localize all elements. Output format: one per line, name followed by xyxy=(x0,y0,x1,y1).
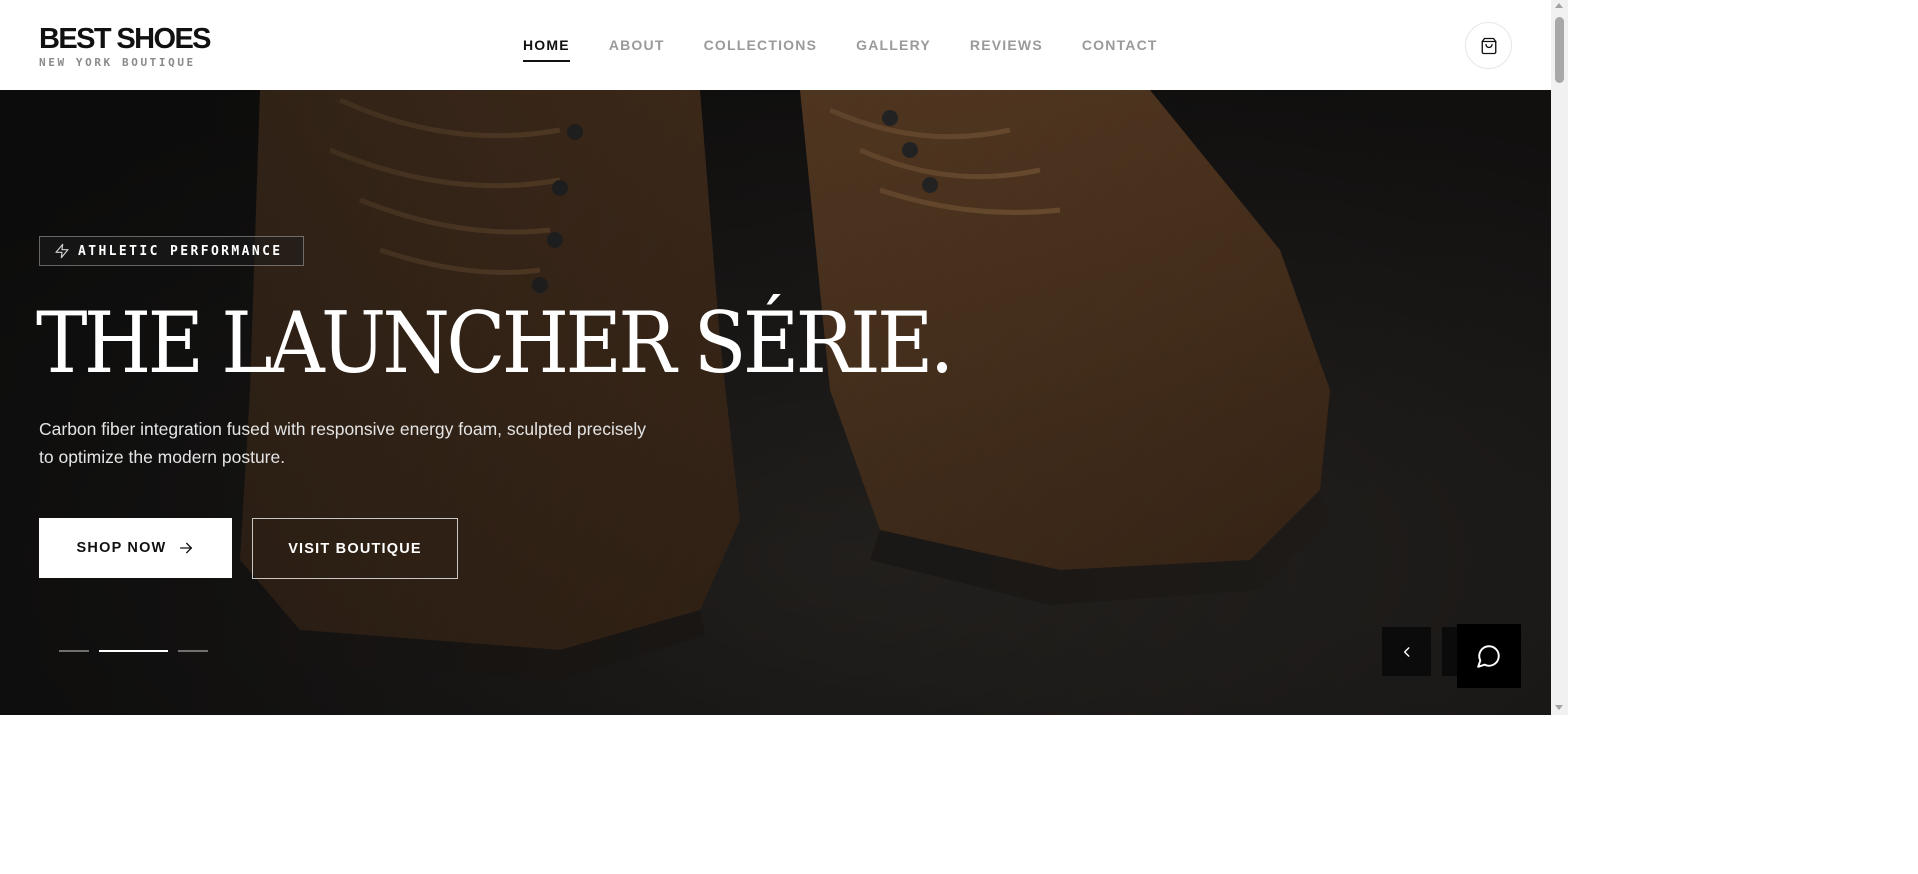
chat-bubble-icon xyxy=(1477,645,1500,668)
page-scrollbar[interactable] xyxy=(1551,0,1568,715)
nav-home[interactable]: HOME xyxy=(523,36,570,62)
badge-label: ATHLETIC PERFORMANCE xyxy=(78,243,283,259)
slide-indicator-2[interactable] xyxy=(99,650,168,652)
nav-gallery[interactable]: GALLERY xyxy=(856,36,931,54)
nav-reviews[interactable]: REVIEWS xyxy=(970,36,1043,54)
scrollbar-thumb[interactable] xyxy=(1555,17,1564,83)
hero-title: THE LAUNCHER SÉRIE. xyxy=(36,294,954,392)
arrow-right-icon xyxy=(180,542,193,554)
chat-button[interactable] xyxy=(1457,624,1521,688)
main-nav: HOME ABOUT COLLECTIONS GALLERY REVIEWS C… xyxy=(523,36,1197,62)
category-badge: ATHLETIC PERFORMANCE xyxy=(39,236,304,266)
nav-contact[interactable]: CONTACT xyxy=(1082,36,1158,54)
chevron-left-icon xyxy=(1403,646,1409,657)
visit-boutique-label: VISIT BOUTIQUE xyxy=(288,540,422,557)
hero-overlay xyxy=(0,90,1551,715)
logo-tagline: NEW YORK BOUTIQUE xyxy=(39,56,196,69)
logo[interactable]: BEST SHOES NEW YORK BOUTIQUE xyxy=(39,23,212,69)
previous-slide-button[interactable] xyxy=(1382,627,1431,676)
slide-indicator-3[interactable] xyxy=(178,650,208,652)
slide-indicators xyxy=(59,650,208,652)
shop-now-button[interactable]: SHOP NOW xyxy=(39,518,232,578)
scroll-up-arrow-icon[interactable] xyxy=(1555,3,1563,8)
scroll-down-arrow-icon[interactable] xyxy=(1555,705,1563,710)
hero-section: ATHLETIC PERFORMANCE THE LAUNCHER SÉRIE.… xyxy=(0,90,1551,715)
logo-title: BEST SHOES xyxy=(39,23,212,55)
hero-description: Carbon fiber integration fused with resp… xyxy=(39,419,646,467)
shopping-bag-icon xyxy=(1481,37,1496,54)
page: BEST SHOES NEW YORK BOUTIQUE HOME ABOUT … xyxy=(0,0,1551,715)
visit-boutique-button[interactable]: VISIT BOUTIQUE xyxy=(252,518,458,579)
shop-now-label: SHOP NOW xyxy=(76,540,167,556)
site-header: BEST SHOES NEW YORK BOUTIQUE HOME ABOUT … xyxy=(0,0,1551,90)
nav-collections[interactable]: COLLECTIONS xyxy=(704,36,818,54)
nav-about[interactable]: ABOUT xyxy=(609,36,665,54)
slide-indicator-1[interactable] xyxy=(59,650,89,652)
lightning-icon xyxy=(55,243,69,259)
cart-button[interactable] xyxy=(1465,22,1512,69)
